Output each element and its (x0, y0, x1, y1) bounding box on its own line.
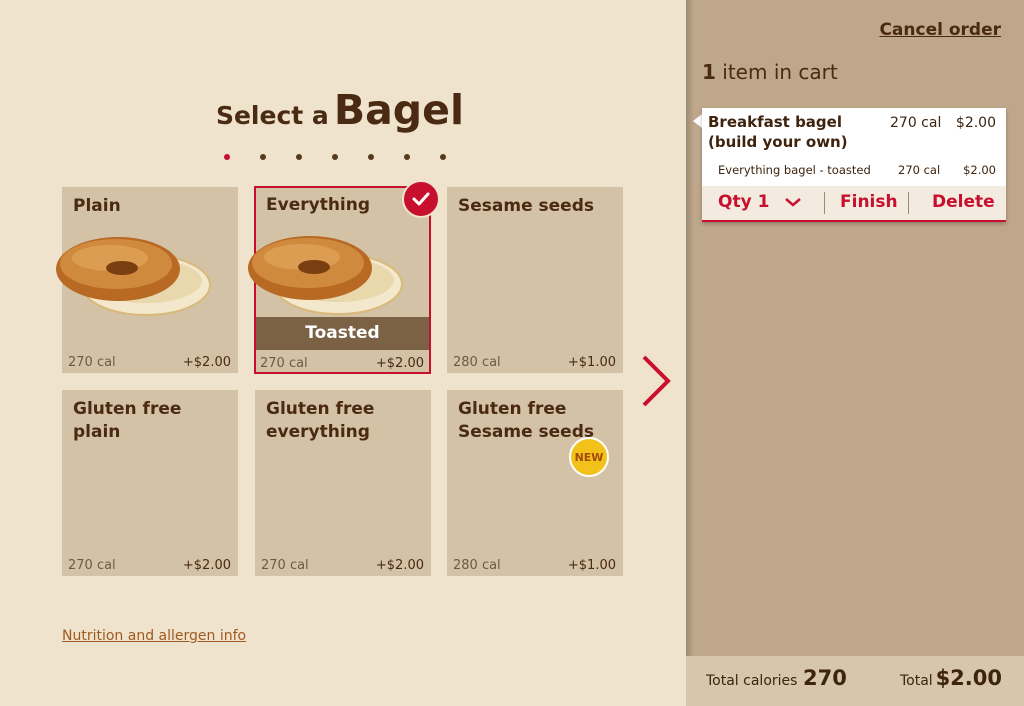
page-title-main: Bagel (333, 86, 465, 134)
option-calories: 270 cal (261, 558, 309, 573)
cart-pointer (693, 114, 702, 128)
cancel-order-button[interactable]: Cancel order (879, 20, 1001, 40)
step-dot (332, 154, 338, 160)
option-price: +$1.00 (567, 558, 616, 573)
totals-bar: Total calories 270 Total $2.00 (686, 656, 1024, 706)
new-badge: NEW (569, 437, 609, 477)
cart-panel (686, 0, 1024, 706)
page-title: Select a Bagel (0, 86, 680, 134)
option-name: Sesame seeds (458, 196, 594, 216)
bagel-image (56, 237, 211, 316)
cart-item-calories: 270 cal (890, 115, 942, 131)
option-calories: 280 cal (453, 558, 501, 573)
step-dot (224, 154, 230, 160)
total-calories-label: Total calories (706, 673, 798, 689)
cart-subitem-name: Everything bagel - toasted (718, 163, 871, 177)
option-card-plain[interactable]: Plain 270 cal +$2.00 (56, 187, 238, 373)
qty-dropdown[interactable]: Qty 1 (718, 192, 802, 212)
option-price: +$1.00 (567, 355, 616, 370)
qty-label: Qty (718, 192, 752, 212)
cart-item-price: $2.00 (955, 115, 996, 131)
toasted-label: Toasted (256, 317, 429, 350)
cart-item-actions: Qty 1 Finish Delete (702, 186, 1006, 222)
option-name: Gluten free plain (73, 399, 182, 442)
chevron-right-icon[interactable] (640, 353, 672, 413)
option-name: Gluten free Sesame seeds (458, 399, 594, 442)
option-calories: 270 cal (68, 558, 116, 573)
step-dot (368, 154, 374, 160)
option-price: +$2.00 (375, 558, 424, 573)
option-calories: 280 cal (453, 355, 501, 370)
option-price: +$2.00 (182, 558, 231, 573)
divider (824, 192, 825, 214)
cart-count: 1 item in cart (702, 60, 838, 84)
menu-area: Select a Bagel Plain 270 cal +$2.00 Ever… (0, 0, 686, 706)
cart-subitem-price: $2.00 (963, 163, 996, 177)
qty-value: 1 (757, 192, 770, 212)
step-progress (224, 154, 446, 160)
option-card-gluten-free-everything[interactable]: Gluten free everything 270 cal +$2.00 (255, 390, 431, 576)
cart-item-name: Breakfast bagel (build your own) (708, 113, 848, 151)
option-price: +$2.00 (375, 356, 424, 371)
option-name: Everything (266, 195, 371, 215)
total-calories-value: 270 (803, 666, 847, 690)
option-name: Gluten free everything (266, 399, 375, 442)
option-name: Plain (73, 196, 121, 216)
option-card-sesame-seeds[interactable]: Sesame seeds 280 cal +$1.00 (447, 187, 623, 373)
page-title-prefix: Select a (215, 101, 329, 130)
selected-check-icon (402, 180, 440, 218)
cart-count-number: 1 (702, 60, 716, 84)
nutrition-allergen-link[interactable]: Nutrition and allergen info (62, 628, 246, 644)
cart-panel-shadow (686, 0, 694, 706)
cart-count-label: item in cart (722, 60, 838, 84)
total-price-value: $2.00 (935, 666, 1002, 690)
cart-item: Breakfast bagel (build your own) 270 cal… (702, 108, 1006, 222)
option-card-gluten-free-plain[interactable]: Gluten free plain 270 cal +$2.00 (62, 390, 238, 576)
finish-button[interactable]: Finish (840, 192, 898, 212)
option-price: +$2.00 (182, 355, 231, 370)
step-dot (440, 154, 446, 160)
step-dot (404, 154, 410, 160)
divider (908, 192, 909, 214)
option-card-everything[interactable]: Everything Toasted 270 cal +$2.00 (248, 186, 431, 374)
bagel-image (248, 236, 403, 315)
delete-button[interactable]: Delete (932, 192, 995, 212)
option-card-gluten-free-sesame-seeds[interactable]: Gluten free Sesame seeds 280 cal +$1.00 (447, 390, 623, 576)
step-dot (296, 154, 302, 160)
option-calories: 270 cal (260, 356, 308, 371)
cart-subitem-calories: 270 cal (898, 163, 941, 177)
total-price-label: Total (900, 673, 933, 689)
chevron-down-icon (784, 198, 801, 207)
step-dot (260, 154, 266, 160)
option-calories: 270 cal (68, 355, 116, 370)
